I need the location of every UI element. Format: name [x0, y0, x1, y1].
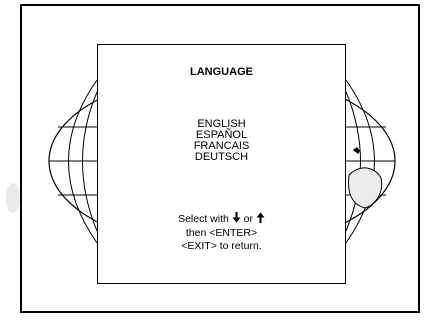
arrow-up-icon — [256, 212, 265, 227]
language-list: ENGLISH ESPAÑOL FRANCAIS DEUTSCH — [98, 119, 345, 163]
language-dialog: LANGUAGE ENGLISH ESPAÑOL FRANCAIS DEUTSC… — [97, 44, 346, 284]
instruction-line-3: <EXIT> to return. — [181, 240, 262, 252]
instruction-line-1: Select with or — [98, 212, 345, 227]
osd-screen: LANGUAGE ENGLISH ESPAÑOL FRANCAIS DEUTSC… — [0, 0, 444, 320]
arrow-down-icon — [232, 212, 241, 227]
instruction-line-2: then <ENTER> — [185, 227, 258, 239]
or-text: or — [240, 213, 256, 225]
select-with-text: Select with — [178, 213, 232, 225]
instruction-text: Select with or then <ENTER> <EXIT> to re… — [98, 212, 345, 253]
language-option-deutsch[interactable]: DEUTSCH — [98, 152, 345, 163]
dialog-title: LANGUAGE — [190, 66, 253, 78]
